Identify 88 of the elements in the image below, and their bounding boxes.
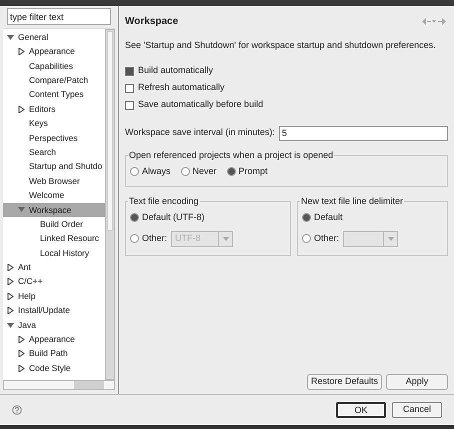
tree-item[interactable]: Web Browser xyxy=(3,174,105,188)
tree-item-label: Editors xyxy=(29,102,56,116)
tree-item[interactable]: Install/Update xyxy=(3,303,105,318)
radio-button[interactable] xyxy=(226,166,236,176)
group-title: Open referenced projects when a project is opened xyxy=(128,148,334,162)
radio-button[interactable] xyxy=(302,213,311,222)
checkbox[interactable] xyxy=(125,66,134,76)
field-label: Workspace save interval (in minutes): xyxy=(125,126,275,140)
dropdown-arrow-icon xyxy=(222,236,229,240)
page-title: Workspace xyxy=(125,15,178,29)
radio-label: Prompt xyxy=(238,164,268,178)
tree-item[interactable]: Code Style xyxy=(3,360,105,376)
radio-label: Always xyxy=(142,164,171,178)
radio-button[interactable] xyxy=(130,234,139,243)
checkbox-label: Refresh automatically xyxy=(138,81,225,94)
radio-button[interactable] xyxy=(180,166,190,176)
checkbox[interactable] xyxy=(125,84,134,92)
expanded-arrow-icon[interactable] xyxy=(7,322,14,328)
tree-item[interactable]: Local History xyxy=(3,246,105,260)
tree-item-label: Linked Resourc xyxy=(40,232,100,246)
dialog-button[interactable]: Cancel xyxy=(392,402,442,418)
group-title: Text file encoding xyxy=(128,195,200,208)
tree-item[interactable]: Compare/Patch xyxy=(3,73,105,88)
tree-item[interactable]: Content Types xyxy=(3,88,105,102)
tree-item-label: Help xyxy=(18,290,36,303)
tree-item[interactable]: Search xyxy=(3,145,105,160)
tree-item[interactable]: Editors xyxy=(3,102,105,116)
tree-item[interactable]: Startup and Shutdo xyxy=(3,160,105,174)
tree-item[interactable]: Appearance xyxy=(3,332,105,347)
tree-item[interactable]: Build Path xyxy=(3,346,105,361)
tree-item[interactable]: Perspectives xyxy=(3,130,105,146)
tree-item-label: Local History xyxy=(40,246,90,260)
tree-item[interactable]: Welcome xyxy=(3,188,105,203)
radio-label: Other: xyxy=(142,232,168,245)
tree-item-label: Code Style xyxy=(29,362,71,375)
tree-item-label: Search xyxy=(29,146,56,159)
radio-label: Default (UTF-8) xyxy=(142,211,205,224)
tree-item-label: Compare/Patch xyxy=(29,74,88,87)
tree-item[interactable]: Build Order xyxy=(3,217,105,232)
tree-item[interactable]: Java xyxy=(3,318,105,332)
tree-item[interactable]: Keys xyxy=(3,116,105,131)
tree-item-label: Capabilities xyxy=(29,60,73,72)
page-button[interactable]: Restore Defaults xyxy=(306,374,382,390)
help-icon[interactable] xyxy=(12,405,22,415)
description-text: See 'Startup and Shutdown' for workspace startup and shutdown preferences. xyxy=(125,39,437,52)
tree-item-label: Java xyxy=(18,318,36,332)
filter-field[interactable]: type filter text xyxy=(7,8,111,25)
checkbox-label: Build automatically xyxy=(138,64,214,78)
tree-item-label: Web Browser xyxy=(29,174,80,188)
tree-item[interactable]: Linked Resourc xyxy=(3,231,105,246)
tree-item-label: Keys xyxy=(29,117,48,130)
tree-item-label: Appearance xyxy=(29,45,75,58)
checkbox-label: Save automatically before build xyxy=(138,98,264,112)
tree-item[interactable]: C/C++ xyxy=(3,274,105,290)
tree-item-label: Ant xyxy=(18,261,31,274)
tree-item-label: General xyxy=(18,30,48,44)
radio-label: Other: xyxy=(314,232,340,245)
tree-item[interactable]: Ant xyxy=(3,260,105,275)
tree-item-label: Workspace xyxy=(29,204,72,216)
expanded-arrow-icon[interactable] xyxy=(7,34,14,41)
tree-item-label: Install/Update xyxy=(18,304,70,317)
tree-item-label: Startup and Shutdo xyxy=(29,160,102,174)
tree-item-label: Build Order xyxy=(40,218,83,231)
checkbox[interactable] xyxy=(125,100,134,110)
radio-button[interactable] xyxy=(130,166,139,176)
radio-button[interactable] xyxy=(130,213,139,222)
tree-item-label: Appearance xyxy=(29,333,75,346)
tree-item-label: Content Types xyxy=(29,88,84,102)
tree-item[interactable]: Appearance xyxy=(3,44,105,59)
collapsed-arrow-icon[interactable] xyxy=(18,106,25,113)
tree-item-label: C/C++ xyxy=(18,275,43,288)
radio-label: Never xyxy=(192,164,217,178)
page-button[interactable]: Apply xyxy=(386,374,448,390)
tree-item[interactable]: Workspace xyxy=(3,202,105,218)
horizontal-scrollbar[interactable] xyxy=(3,380,115,390)
tree-item[interactable]: Capabilities xyxy=(3,58,105,74)
dropdown-arrow-icon xyxy=(388,236,394,240)
collapsed-arrow-icon[interactable] xyxy=(18,48,25,56)
interval-field[interactable]: 5 xyxy=(278,126,448,140)
dialog-button[interactable]: OK xyxy=(336,402,386,418)
tree-item-label: Perspectives xyxy=(29,132,78,144)
tree-item[interactable]: General xyxy=(3,30,105,44)
tree-item[interactable]: Help xyxy=(3,289,105,304)
tree-item-label: Build Path xyxy=(29,347,68,360)
radio-button[interactable] xyxy=(302,234,311,243)
vertical-scrollbar[interactable] xyxy=(105,29,115,380)
radio-label: Default xyxy=(314,211,343,224)
tree-item-label: Welcome xyxy=(29,189,64,202)
